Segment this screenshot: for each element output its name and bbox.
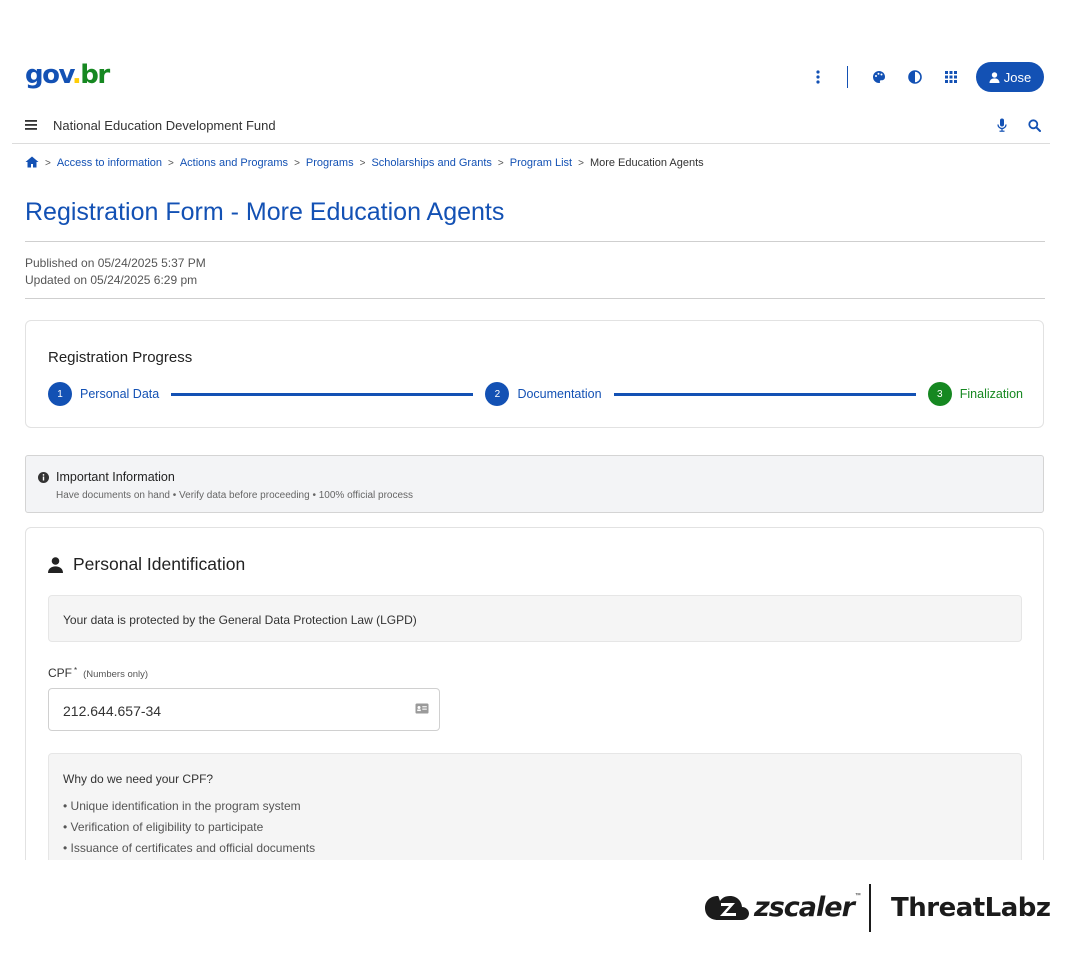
personal-identification-card: Personal Identification Your data is pro…	[25, 527, 1044, 860]
info-text: Have documents on hand • Verify data bef…	[56, 490, 414, 501]
step-label: Finalization	[959, 387, 1023, 401]
step-connector	[613, 392, 916, 396]
header-divider	[847, 66, 848, 88]
registration-progress-card: Registration Progress 1 Personal Data 2 …	[25, 320, 1044, 428]
cpf-label: CPF * (Numbers only)	[48, 666, 148, 680]
required-marker: *	[74, 666, 78, 675]
step-label: Personal Data	[80, 387, 160, 401]
published-date: Published on 05/24/2025 5:37 PM	[25, 256, 206, 270]
search-icon[interactable]	[1023, 114, 1045, 136]
list-item: Verification of eligibility to participa…	[63, 817, 315, 838]
step-documentation[interactable]: 2 Documentation	[485, 382, 602, 406]
palette-icon[interactable]	[864, 62, 894, 92]
microphone-icon[interactable]	[991, 114, 1013, 136]
title-divider	[25, 241, 1045, 242]
info-title: Important Information	[38, 470, 175, 484]
site-name[interactable]: National Education Development Fund	[53, 118, 276, 133]
publication-dates: Published on 05/24/2025 5:37 PM Updated …	[25, 255, 206, 289]
updated-date: Updated on 05/24/2025 6:29 pm	[25, 273, 198, 287]
govbr-logo[interactable]: gov.br	[25, 60, 110, 90]
dates-divider	[25, 298, 1045, 299]
step-label: Documentation	[517, 387, 602, 401]
zscaler-cloud-icon	[705, 895, 749, 920]
info-title-text: Important Information	[56, 470, 175, 484]
breadcrumb-item-scholarships-and-grants[interactable]: Scholarships and Grants	[371, 157, 491, 169]
why-cpf-title: Why do we need your CPF?	[63, 772, 214, 786]
step-personal-data[interactable]: 1 Personal Data	[48, 382, 159, 406]
why-cpf-list: Unique identification in the program sys…	[63, 796, 316, 859]
header-divider-line	[12, 143, 1050, 144]
user-account-button[interactable]: Jose	[976, 62, 1044, 92]
logo-dot: .	[71, 60, 82, 90]
footer-divider	[869, 884, 871, 932]
breadcrumb: > Access to information > Actions and Pr…	[25, 155, 704, 171]
lgpd-notice: Your data is protected by the General Da…	[48, 595, 1022, 642]
id-card-icon	[415, 703, 429, 714]
logo-part-gov: gov	[25, 60, 73, 90]
trademark-mark: ™	[854, 892, 861, 899]
apps-grid-icon[interactable]	[936, 62, 966, 92]
why-cpf-box: Why do we need your CPF? Unique identifi…	[48, 753, 1022, 860]
zscaler-logo: zscaler ™	[704, 892, 861, 923]
breadcrumb-item-programs[interactable]: Programs	[306, 157, 354, 169]
header-actions: Jose	[797, 62, 1044, 92]
cpf-hint: (Numbers only)	[83, 669, 149, 680]
breadcrumb-separator: >	[578, 157, 584, 169]
step-number: 3	[927, 382, 952, 406]
step-number: 2	[485, 382, 510, 406]
section-title: Personal Identification	[48, 554, 245, 575]
breadcrumb-item-access-to-information[interactable]: Access to information	[57, 157, 162, 169]
page-title: Registration Form - More Education Agent…	[25, 198, 505, 226]
screenshot-area: gov.br Jose National Education Developme…	[0, 0, 1080, 860]
cpf-label-text: CPF	[48, 666, 72, 680]
nav-tools	[981, 114, 1045, 136]
site-nav-row: National Education Development Fund	[25, 114, 1045, 136]
progress-title: Registration Progress	[48, 349, 193, 366]
step-connector	[171, 392, 474, 396]
breadcrumb-separator: >	[359, 157, 366, 169]
step-number: 1	[48, 382, 72, 406]
breadcrumb-item-program-list[interactable]: Program List	[510, 157, 572, 169]
home-icon[interactable]	[25, 156, 39, 171]
menu-icon[interactable]	[25, 116, 43, 134]
user-icon	[48, 556, 63, 573]
progress-steps: 1 Personal Data 2 Documentation 3 Finali…	[48, 382, 1023, 406]
breadcrumb-current: More Education Agents	[589, 157, 704, 169]
lgpd-notice-text: Your data is protected by the General Da…	[63, 613, 417, 627]
user-name: Jose	[1003, 69, 1032, 85]
logo-part-br: br	[80, 60, 110, 90]
breadcrumb-item-actions-and-programs[interactable]: Actions and Programs	[180, 157, 288, 169]
breadcrumb-separator: >	[497, 157, 504, 169]
list-item: Issuance of certificates and official do…	[63, 838, 316, 859]
section-title-text: Personal Identification	[73, 554, 246, 574]
cpf-input-value: 212.644.657-34	[63, 703, 162, 719]
threatlabz-wordmark: ThreatLabz	[891, 893, 1051, 923]
list-item: Unique identification in the program sys…	[63, 796, 315, 817]
cpf-input[interactable]: 212.644.657-34	[48, 688, 440, 731]
breadcrumb-separator: >	[294, 157, 300, 169]
more-vertical-icon[interactable]	[803, 62, 833, 92]
zscaler-wordmark: zscaler	[754, 892, 855, 923]
user-icon	[989, 71, 1000, 83]
info-icon	[38, 471, 49, 483]
breadcrumb-separator: >	[45, 157, 51, 169]
important-info-banner: Important Information Have documents on …	[25, 455, 1044, 513]
breadcrumb-separator: >	[168, 157, 174, 169]
step-finalization[interactable]: 3 Finalization	[927, 382, 1023, 406]
contrast-icon[interactable]	[900, 62, 930, 92]
